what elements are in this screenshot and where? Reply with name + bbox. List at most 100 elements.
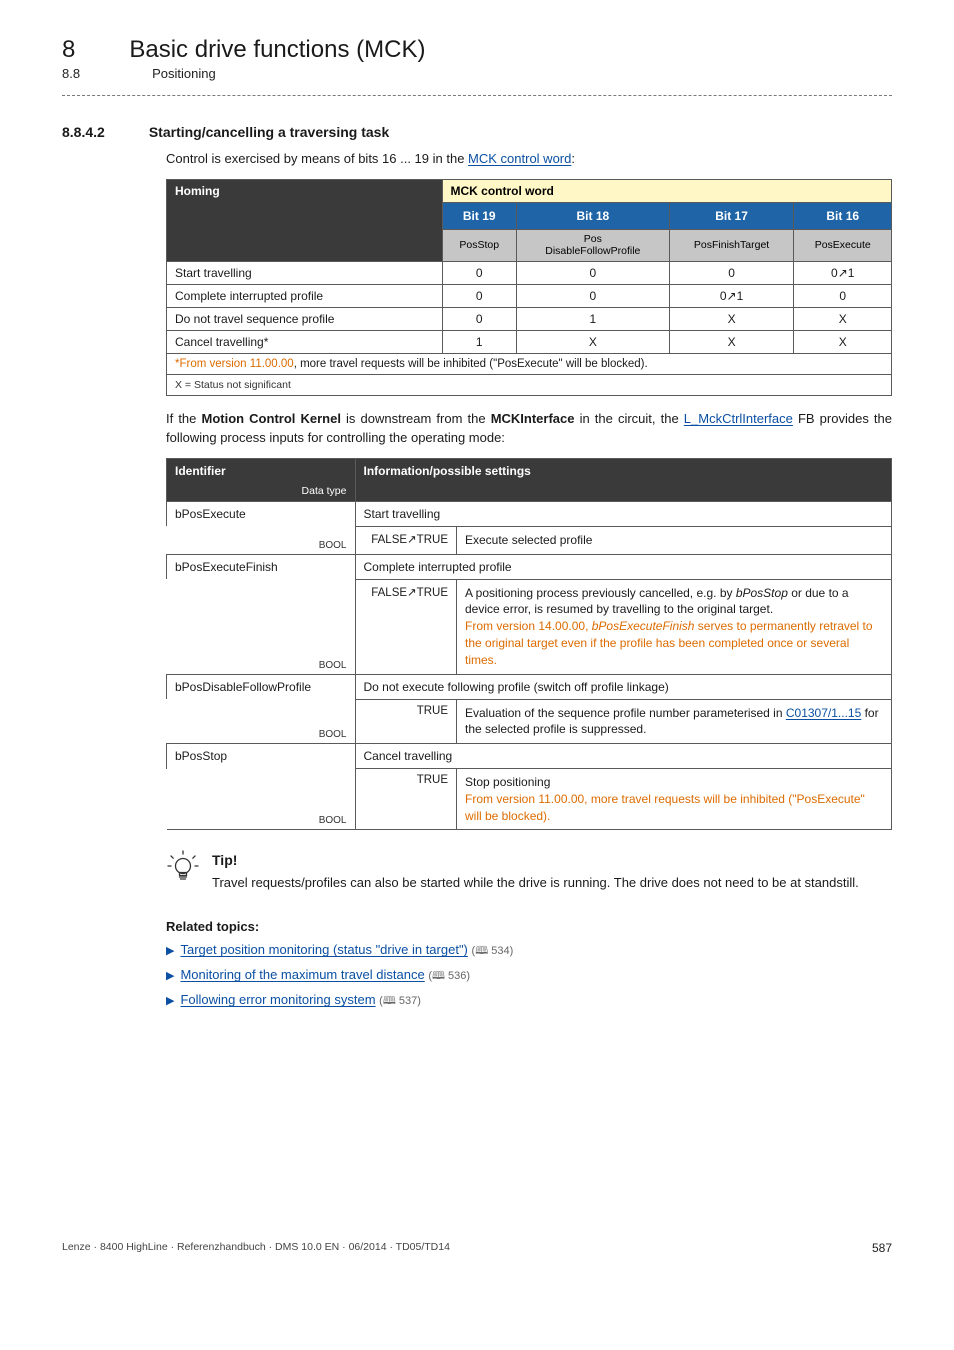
p-bold: MCKInterface	[491, 411, 575, 426]
row-name: Cancel travelling*	[167, 331, 443, 354]
mck-control-word-header: MCK control word	[442, 179, 892, 202]
intro-paragraph: Control is exercised by means of bits 16…	[166, 150, 892, 169]
key-cell: FALSE↗TRUE	[355, 579, 457, 674]
p-text: is downstream from the	[341, 411, 491, 426]
val-text: Stop positioning	[465, 775, 550, 789]
key-cell: FALSE↗TRUE	[355, 526, 457, 554]
mck-interface-paragraph: If the Motion Control Kernel is downstre…	[166, 410, 892, 448]
row-cell: X	[669, 308, 794, 331]
info-top-cell: Complete interrupted profile	[355, 554, 892, 579]
separator	[62, 95, 892, 96]
datatype-cell: BOOL	[167, 526, 356, 554]
datatype-cell: BOOL	[167, 699, 356, 744]
list-item: ▶ Target position monitoring (status "dr…	[166, 942, 892, 961]
list-item: ▶ Following error monitoring system (🕮 5…	[166, 992, 892, 1011]
related-topics-heading: Related topics:	[166, 919, 892, 934]
homing-table: Homing MCK control word Bit 19 Bit 18 Bi…	[166, 179, 892, 396]
row-cell: 0	[794, 285, 892, 308]
info-top-cell: Start travelling	[355, 501, 892, 526]
row-cell: 0↗1	[794, 262, 892, 285]
row-cell: 0↗1	[669, 285, 794, 308]
identifier-header: Identifier	[167, 458, 356, 483]
table-row: bPosDisableFollowProfile Do not execute …	[167, 674, 892, 699]
identifier-cell: bPosExecuteFinish	[167, 554, 356, 579]
triangle-icon: ▶	[166, 971, 174, 982]
table-row: BOOL FALSE↗TRUE Execute selected profile	[167, 526, 892, 554]
val-text: A positioning process previously cancell…	[465, 586, 736, 600]
p-bold: Motion Control Kernel	[201, 411, 340, 426]
row-cell: 0	[442, 308, 516, 331]
val-text: Evaluation of the sequence profile numbe…	[465, 706, 786, 720]
c01307-link[interactable]: C01307/1...15	[786, 706, 861, 720]
lightbulb-icon	[166, 850, 200, 884]
table-row: bPosStop Cancel travelling	[167, 744, 892, 769]
row-cell: 0	[516, 262, 669, 285]
key-cell: TRUE	[355, 699, 457, 744]
p-text: If the	[166, 411, 201, 426]
datatype-cell: BOOL	[167, 579, 356, 674]
table-row: Do not travel sequence profile 0 1 X X	[167, 308, 892, 331]
info-top-cell: Cancel travelling	[355, 744, 892, 769]
row-cell: 0	[442, 262, 516, 285]
section-number: 8.8.4.2	[62, 124, 105, 140]
row-name: Start travelling	[167, 262, 443, 285]
related-link[interactable]: Following error monitoring system	[180, 992, 375, 1007]
bit-desc: PosExecute	[794, 229, 892, 261]
chapter-number: 8	[62, 36, 75, 64]
identifier-cell: bPosExecute	[167, 501, 356, 526]
footer-text: Lenze · 8400 HighLine · Referenzhandbuch…	[62, 1241, 450, 1255]
page-number: 587	[872, 1241, 892, 1255]
bit-desc: PosStop	[442, 229, 516, 261]
tip-heading: Tip!	[212, 852, 892, 868]
l-mckctrlinterface-link[interactable]: L_MckCtrlInterface	[684, 411, 793, 426]
subchapter-number: 8.8	[62, 66, 80, 81]
table-row: bPosExecuteFinish Complete interrupted p…	[167, 554, 892, 579]
row-cell: X	[516, 331, 669, 354]
val-cell: Stop positioning From version 11.00.00, …	[457, 769, 892, 830]
identifier-cell: bPosDisableFollowProfile	[167, 674, 356, 699]
row-cell: X	[794, 331, 892, 354]
book-icon: 🕮	[383, 995, 396, 1007]
homing-header: Homing	[167, 179, 443, 261]
intro-suffix: :	[571, 151, 575, 166]
subchapter-title: Positioning	[152, 66, 216, 81]
tip-text: Travel requests/profiles can also be sta…	[212, 874, 892, 893]
note-version: From version 11.00.00	[179, 358, 293, 370]
bit-header: Bit 18	[516, 202, 669, 229]
row-name: Do not travel sequence profile	[167, 308, 443, 331]
bit-header: Bit 19	[442, 202, 516, 229]
table-row: Complete interrupted profile 0 0 0↗1 0	[167, 285, 892, 308]
mck-control-word-link[interactable]: MCK control word	[468, 151, 571, 166]
info-header: Information/possible settings	[355, 458, 892, 501]
book-icon: 🕮	[475, 945, 488, 957]
identifier-cell: bPosStop	[167, 744, 356, 769]
book-icon: 🕮	[432, 970, 445, 982]
val-orange: From version 14.00.00, bPosExecuteFinish…	[465, 619, 873, 667]
datatype-cell: BOOL	[167, 769, 356, 830]
val-cell: A positioning process previously cancell…	[457, 579, 892, 674]
p-text: in the circuit, the	[574, 411, 683, 426]
table-row: Start travelling 0 0 0 0↗1	[167, 262, 892, 285]
identifier-table: Identifier Information/possible settings…	[166, 458, 892, 831]
section-title: Starting/cancelling a traversing task	[149, 124, 389, 140]
related-link[interactable]: Monitoring of the maximum travel distanc…	[180, 967, 424, 982]
related-topics-list: ▶ Target position monitoring (status "dr…	[166, 942, 892, 1011]
related-link[interactable]: Target position monitoring (status "driv…	[180, 942, 467, 957]
val-orange: From version 11.00.00, more travel reque…	[465, 792, 865, 823]
row-cell: 1	[516, 308, 669, 331]
row-cell: X	[669, 331, 794, 354]
chapter-title: Basic drive functions (MCK)	[129, 36, 425, 64]
triangle-icon: ▶	[166, 996, 174, 1007]
intro-prefix: Control is exercised by means of bits 16…	[166, 151, 468, 166]
bit-header: Bit 16	[794, 202, 892, 229]
page-ref: (🕮 536)	[428, 970, 470, 982]
page-ref: (🕮 537)	[379, 995, 421, 1007]
table-legend-row: X = Status not significant	[167, 375, 892, 396]
table-row: bPosExecute Start travelling	[167, 501, 892, 526]
table-legend: X = Status not significant	[167, 375, 892, 396]
row-cell: 0	[442, 285, 516, 308]
table-row: BOOL TRUE Evaluation of the sequence pro…	[167, 699, 892, 744]
row-cell: X	[794, 308, 892, 331]
table-row: BOOL FALSE↗TRUE A positioning process pr…	[167, 579, 892, 674]
row-cell: 0	[669, 262, 794, 285]
